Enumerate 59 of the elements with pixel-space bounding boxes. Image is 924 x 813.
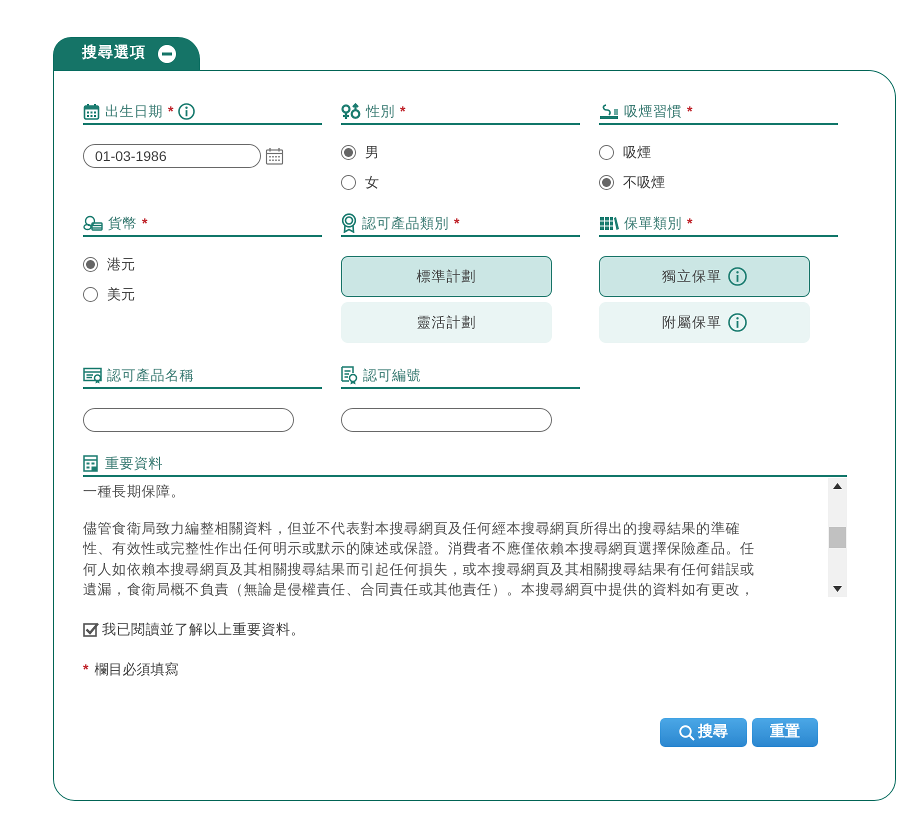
radio-button[interactable] [83, 256, 98, 272]
option-button[interactable]: 標準計劃 [341, 256, 552, 297]
radio-button[interactable] [341, 144, 356, 160]
calendar-icon [265, 147, 284, 165]
required-asterisk: * [687, 214, 692, 232]
field-label: 重要資料 [105, 454, 163, 472]
radio-label: 吸煙 [623, 142, 651, 162]
required-note: 欄目必須填寫 [94, 660, 178, 679]
document-badge-icon [341, 366, 358, 384]
info-text-line: 何人如依賴本搜尋網頁及其相關搜尋結果而引起任何損失，或本搜尋網頁及其相關搜尋結果有任何錯誤或 [83, 560, 756, 578]
calculator-document-icon [83, 454, 100, 472]
radio-label: 港元 [107, 254, 135, 274]
required-asterisk: * [454, 214, 460, 232]
radio-label: 美元 [107, 284, 135, 304]
required-asterisk: * [687, 102, 692, 120]
gender-symbols-icon [341, 102, 361, 120]
calendar-icon [83, 102, 100, 120]
field-label: 保單類別 [624, 214, 682, 232]
option-button[interactable]: 附屬保單 [599, 302, 810, 343]
radio-button[interactable] [341, 174, 356, 190]
info-text-line: 儘管食衛局致力編整相關資料，但並不代表對本搜尋網頁及任何經本搜尋網頁所得出的搜尋結果的準確 [83, 518, 741, 538]
radio-label: 女 [365, 172, 379, 192]
radio-button[interactable] [599, 144, 614, 160]
checkbox[interactable] [83, 622, 99, 637]
coins-icon [83, 215, 103, 231]
scroll-up-icon [833, 483, 842, 489]
scroll-down-icon [833, 586, 842, 592]
certificate-card-icon [83, 366, 102, 384]
field-label: 出生日期 [105, 102, 163, 120]
scrollbar-thumb[interactable] [829, 527, 846, 548]
cigarette-icon [599, 102, 619, 120]
field-label: 性別 [366, 102, 395, 120]
books-icon [599, 215, 619, 231]
option-button[interactable]: 靈活計劃 [341, 302, 552, 343]
radio-button[interactable] [599, 174, 614, 190]
field-label: 認可產品名稱 [107, 366, 194, 384]
info-text-line: 一種長期保障。 [83, 482, 186, 501]
radio-label: 男 [365, 142, 379, 162]
required-asterisk: * [400, 102, 406, 120]
field-label: 吸煙習慣 [624, 102, 682, 120]
panel-tab[interactable]: 搜尋選項 [53, 37, 200, 70]
checkbox-label: 我已閱讀並了解以上重要資料。 [102, 620, 305, 639]
option-button[interactable]: 獨立保單 [599, 256, 810, 297]
text-field[interactable] [341, 408, 552, 432]
search-icon [679, 724, 695, 740]
date-field[interactable]: 01-03-1986 [83, 144, 261, 168]
info-text-line: 遺漏，食衛局概不負責（無論是侵權責任、合同責任或其他責任）。本搜尋網頁中提供的資料如有更改， [83, 580, 756, 597]
field-label: 認可編號 [363, 366, 421, 384]
radio-button[interactable] [83, 286, 98, 302]
rosette-icon [341, 213, 357, 233]
radio-label: 不吸煙 [623, 172, 665, 192]
info-text-line: 性、有效性或完整性作出任何明示或默示的陳述或保證。消費者不應僅依賴本搜尋網頁選擇保險產品。任 [83, 539, 756, 558]
text-field[interactable] [83, 408, 294, 432]
required-asterisk: * [142, 214, 148, 232]
field-label: 貨幣 [108, 214, 137, 232]
required-asterisk: * [168, 102, 174, 120]
scrollbar[interactable] [828, 478, 847, 597]
field-label: 認可產品類別 [362, 214, 449, 232]
required-asterisk: * [83, 660, 88, 679]
